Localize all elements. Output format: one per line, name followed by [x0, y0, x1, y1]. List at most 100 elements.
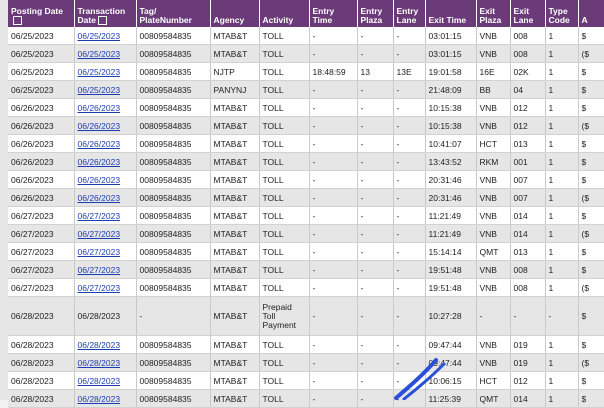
cell-entry-lane: - [393, 80, 426, 99]
col-posting-date[interactable]: Posting Date [8, 0, 75, 27]
cell-type-code: 1 [545, 170, 579, 189]
cell-agency: MTAB&T [210, 371, 260, 390]
cell-entry-lane: - [393, 116, 426, 135]
transaction-date-link[interactable]: 06/28/2023 [78, 340, 121, 350]
cell-entry-time: - [309, 389, 358, 408]
cell-agency: MTAB&T [210, 242, 260, 261]
transaction-date-link[interactable]: 06/27/2023 [78, 211, 121, 221]
cell-entry-plaza: - [357, 44, 394, 63]
cell-posting-date: 06/25/2023 [8, 44, 75, 63]
transaction-date-link[interactable]: 06/28/2023 [78, 358, 121, 368]
cell-exit-plaza: RKM [476, 152, 511, 171]
col-exit-time: Exit Time [425, 0, 477, 27]
cell-type-code: 1 [545, 80, 579, 99]
table-row: 06/27/2023 06/27/2023 00809584835 MTAB&T TOL… [8, 206, 604, 225]
cell-exit-plaza: VNB [476, 335, 511, 354]
table-row: 06/26/2023 06/26/2023 00809584835 MTAB&T TOL… [8, 98, 604, 117]
cell-transaction-date: 06/28/2023 [74, 353, 137, 372]
transaction-date-link[interactable]: 06/25/2023 [78, 67, 121, 77]
cell-amount: $ [578, 242, 604, 261]
transaction-date-link[interactable]: 06/25/2023 [78, 49, 121, 59]
cell-entry-lane: - [393, 224, 426, 243]
cell-transaction-date: 06/27/2023 [74, 278, 137, 297]
cell-activity: TOLL [259, 371, 310, 390]
cell-entry-plaza: - [357, 353, 394, 372]
table-row: 06/26/2023 06/26/2023 00809584835 MTAB&T TOL… [8, 170, 604, 189]
col-entry-lane: Entry Lane [393, 0, 426, 27]
cell-entry-lane: - [393, 44, 426, 63]
col-transaction-date[interactable]: Transaction Date [74, 0, 137, 27]
cell-agency: MTAB&T [210, 296, 260, 336]
col-exit-plaza: Exit Plaza [476, 0, 511, 27]
transaction-date-link[interactable]: 06/26/2023 [78, 103, 121, 113]
cell-entry-time: - [309, 44, 358, 63]
col-entry-plaza: Entry Plaza [357, 0, 394, 27]
cell-exit-time: 13:43:52 [425, 152, 477, 171]
transaction-date-link[interactable]: 06/28/2023 [78, 376, 121, 386]
cell-exit-lane: 012 [510, 116, 546, 135]
cell-exit-lane: 04 [510, 80, 546, 99]
cell-entry-time: - [309, 170, 358, 189]
transaction-date-link[interactable]: 06/25/2023 [78, 85, 121, 95]
transaction-date-link[interactable]: 06/28/2023 [78, 394, 121, 404]
cell-transaction-date: 06/28/2023 [74, 335, 137, 354]
transaction-date-link[interactable]: 06/26/2023 [78, 157, 121, 167]
transaction-date-link[interactable]: 06/26/2023 [78, 193, 121, 203]
cell-agency: MTAB&T [210, 353, 260, 372]
cell-entry-plaza: - [357, 116, 394, 135]
cell-amount: $ [578, 260, 604, 279]
cell-exit-plaza: VNB [476, 27, 511, 45]
transaction-date-link[interactable]: 06/27/2023 [78, 283, 121, 293]
cell-entry-lane: 13E [393, 62, 426, 81]
cell-posting-date: 06/25/2023 [8, 27, 75, 45]
cell-type-code: 1 [545, 335, 579, 354]
cell-transaction-date: 06/28/2023 [74, 296, 137, 336]
cell-entry-lane: - [393, 278, 426, 297]
transaction-date-link[interactable]: 06/27/2023 [78, 229, 121, 239]
cell-exit-lane: 013 [510, 242, 546, 261]
cell-entry-lane: - [393, 206, 426, 225]
cell-exit-plaza: HCT [476, 371, 511, 390]
table-row: 06/28/2023 06/28/2023- MTAB&T Prepaid Toll … [8, 296, 604, 336]
cell-exit-time: 19:51:48 [425, 278, 477, 297]
cell-entry-plaza: - [357, 98, 394, 117]
cell-agency: MTAB&T [210, 335, 260, 354]
transaction-date-link[interactable]: 06/26/2023 [78, 175, 121, 185]
sort-icon[interactable] [13, 16, 22, 25]
cell-type-code: 1 [545, 353, 579, 372]
cell-exit-lane: 007 [510, 170, 546, 189]
cell-agency: MTAB&T [210, 98, 260, 117]
cell-entry-plaza: - [357, 335, 394, 354]
cell-transaction-date: 06/26/2023 [74, 170, 137, 189]
cell-entry-time: - [309, 260, 358, 279]
cell-entry-time: - [309, 371, 358, 390]
cell-amount: ($ [578, 353, 604, 372]
sort-icon[interactable] [97, 16, 107, 25]
cell-entry-plaza: - [357, 80, 394, 99]
transaction-date-link[interactable]: 06/26/2023 [78, 139, 121, 149]
transaction-date-link[interactable]: 06/26/2023 [78, 121, 121, 131]
transaction-date-link[interactable]: 06/27/2023 [78, 265, 121, 275]
cell-activity: TOLL [259, 80, 310, 99]
cell-agency: NJTP [210, 62, 260, 81]
cell-type-code: 1 [545, 389, 579, 408]
cell-exit-lane: 014 [510, 224, 546, 243]
cell-exit-time: 10:41:07 [425, 134, 477, 153]
cell-posting-date: 06/26/2023 [8, 188, 75, 207]
transaction-date-link[interactable]: 06/25/2023 [78, 31, 121, 41]
cell-agency: MTAB&T [210, 188, 260, 207]
cell-transaction-date: 06/28/2023 [74, 371, 137, 390]
cell-entry-lane: - [393, 27, 426, 45]
cell-type-code: 1 [545, 62, 579, 81]
cell-tag-plate: 00809584835 [136, 188, 211, 207]
cell-amount: $ [578, 80, 604, 99]
col-amount: A [578, 0, 604, 27]
cell-exit-time: 19:01:58 [425, 62, 477, 81]
pen-stroke-mark [394, 358, 446, 400]
cell-exit-time: 03:01:15 [425, 44, 477, 63]
cell-exit-plaza: VNB [476, 170, 511, 189]
transaction-date-link[interactable]: 06/27/2023 [78, 247, 121, 257]
cell-tag-plate: 00809584835 [136, 335, 211, 354]
cell-activity: TOLL [259, 335, 310, 354]
col-tag-plate: Tag/ PlateNumber [136, 0, 211, 27]
